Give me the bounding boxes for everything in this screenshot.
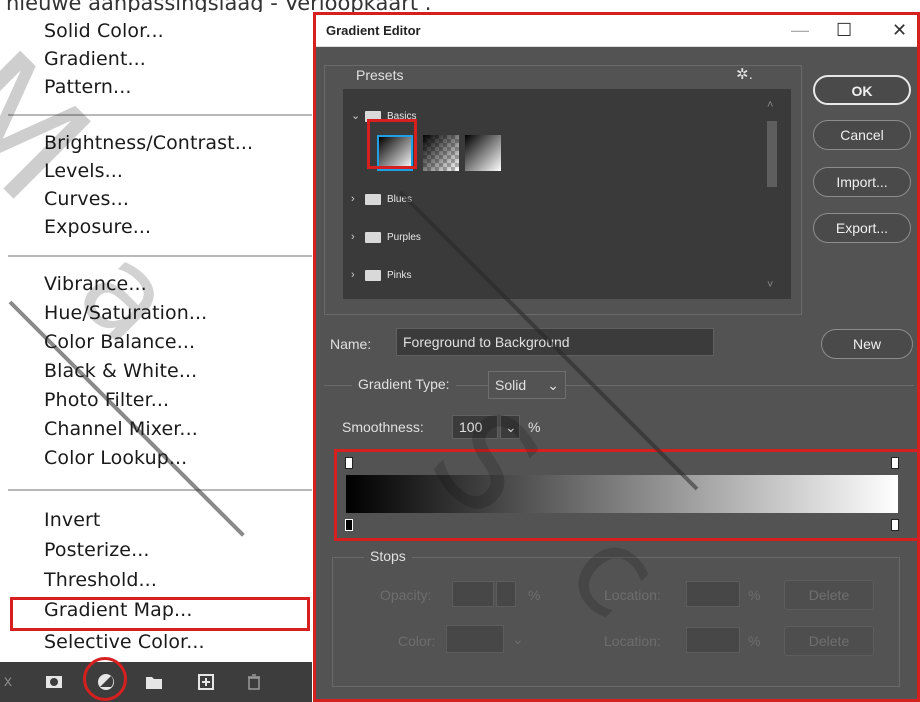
chevron-down-icon: ⌄ [505, 419, 517, 435]
dialog-titlebar: Gradient Editor — ☐ ✕ [316, 15, 917, 47]
menu-item-levels[interactable]: Levels... [44, 160, 123, 182]
smoothness-unit: % [528, 419, 541, 435]
smoothness-input[interactable]: 100 [452, 415, 498, 439]
menu-item-color-balance[interactable]: Color Balance... [44, 331, 195, 353]
opacity-percent: % [528, 587, 541, 603]
dialog-title: Gradient Editor [326, 23, 421, 38]
menu-divider [8, 255, 312, 257]
link-icon[interactable]: x [4, 672, 24, 692]
menu-item-threshold[interactable]: Threshold... [44, 569, 157, 591]
trash-icon[interactable] [244, 672, 264, 692]
mask-icon[interactable] [44, 672, 64, 692]
opacity-dropdown[interactable] [496, 581, 516, 607]
menu-item-exposure[interactable]: Exposure... [44, 216, 151, 238]
opacity-label: Opacity: [380, 587, 432, 603]
minimize-icon[interactable]: — [791, 19, 809, 41]
color-location-percent: % [748, 633, 761, 649]
maximize-icon[interactable]: ☐ [836, 19, 852, 41]
chevron-right-icon: › [351, 231, 355, 243]
preset-swatch-black-white[interactable] [465, 135, 501, 171]
smoothness-label: Smoothness: [342, 419, 424, 435]
color-location-input[interactable] [686, 627, 740, 653]
folder-icon [365, 231, 381, 243]
gear-icon[interactable]: ✲. [736, 65, 753, 83]
folder-pinks[interactable]: › Pinks [351, 269, 411, 281]
color-stop-right[interactable] [891, 519, 899, 531]
folder-icon [365, 269, 381, 281]
chevron-right-icon: › [351, 193, 355, 205]
chevron-right-icon: › [351, 269, 355, 281]
chevron-down-icon: ⌄ [547, 377, 559, 393]
scroll-down-icon[interactable]: ˅ [767, 279, 773, 291]
color-location-label: Location: [604, 633, 661, 649]
opacity-stop-right[interactable] [891, 457, 899, 469]
presets-label: Presets [352, 67, 408, 83]
chevron-down-icon: ⌄ [512, 631, 524, 647]
layers-toolbar: x [0, 662, 312, 702]
export-button[interactable]: Export... [813, 213, 911, 243]
color-swatch-input[interactable] [446, 625, 504, 653]
menu-item-pattern[interactable]: Pattern... [44, 76, 131, 98]
new-layer-icon[interactable] [196, 672, 216, 692]
menu-item-curves[interactable]: Curves... [44, 188, 129, 210]
color-delete-button[interactable]: Delete [784, 626, 874, 656]
opacity-delete-button[interactable]: Delete [784, 580, 874, 610]
menu-item-channel-mixer[interactable]: Channel Mixer... [44, 418, 198, 440]
preset-swatch-transparent[interactable] [423, 135, 459, 171]
gradient-preview-bar[interactable] [346, 475, 898, 513]
opacity-input[interactable] [452, 581, 494, 607]
cancel-button[interactable]: Cancel [813, 120, 911, 150]
scrollbar-thumb[interactable] [767, 121, 777, 187]
menu-divider [8, 489, 312, 491]
menu-item-hue-saturation[interactable]: Hue/Saturation... [44, 302, 207, 324]
gradient-editor-dialog: Gradient Editor — ☐ ✕ Presets ✲. ⌄ Basics… [313, 12, 920, 702]
screenshot-root: { "page": { "top_text": "nieuwe aanpassi… [0, 0, 920, 702]
scroll-up-icon[interactable]: ˄ [767, 99, 773, 111]
color-stop-left[interactable] [345, 519, 353, 531]
folder-purples[interactable]: › Purples [351, 231, 421, 243]
new-button[interactable]: New [821, 329, 913, 359]
menu-item-black-white[interactable]: Black & White... [44, 360, 197, 382]
ok-button[interactable]: OK [813, 75, 911, 105]
menu-item-selective-color[interactable]: Selective Color... [44, 631, 205, 653]
name-label: Name: [330, 336, 372, 352]
opacity-location-input[interactable] [686, 581, 740, 607]
import-button[interactable]: Import... [813, 167, 911, 197]
menu-item-gradient[interactable]: Gradient... [44, 48, 146, 70]
stops-group [332, 557, 900, 687]
name-input[interactable]: Foreground to Background [396, 328, 714, 356]
menu-item-solid-color[interactable]: Solid Color... [44, 20, 164, 42]
menu-item-posterize[interactable]: Posterize... [44, 539, 150, 561]
menu-item-vibrance[interactable]: Vibrance... [44, 273, 147, 295]
menu-item-brightness-contrast[interactable]: Brightness/Contrast... [44, 132, 253, 154]
stops-label: Stops [364, 548, 412, 564]
opacity-location-percent: % [748, 587, 761, 603]
folder-icon [365, 193, 381, 205]
color-label: Color: [398, 633, 436, 649]
gradient-map-highlight [10, 597, 310, 631]
opacity-stop-left[interactable] [345, 457, 353, 469]
smoothness-dropdown[interactable]: ⌄ [500, 415, 520, 439]
close-icon[interactable]: ✕ [892, 19, 907, 41]
gradient-type-label: Gradient Type: [352, 376, 456, 392]
opacity-location-label: Location: [604, 587, 661, 603]
menu-item-invert[interactable]: Invert [44, 509, 100, 531]
selected-preset-highlight [367, 119, 417, 169]
chevron-down-icon: ⌄ [351, 110, 361, 122]
folder-icon[interactable] [144, 672, 164, 692]
gradient-type-select[interactable]: Solid ⌄ [488, 371, 566, 399]
adjustment-button-highlight [83, 657, 127, 701]
menu-divider [8, 114, 312, 116]
